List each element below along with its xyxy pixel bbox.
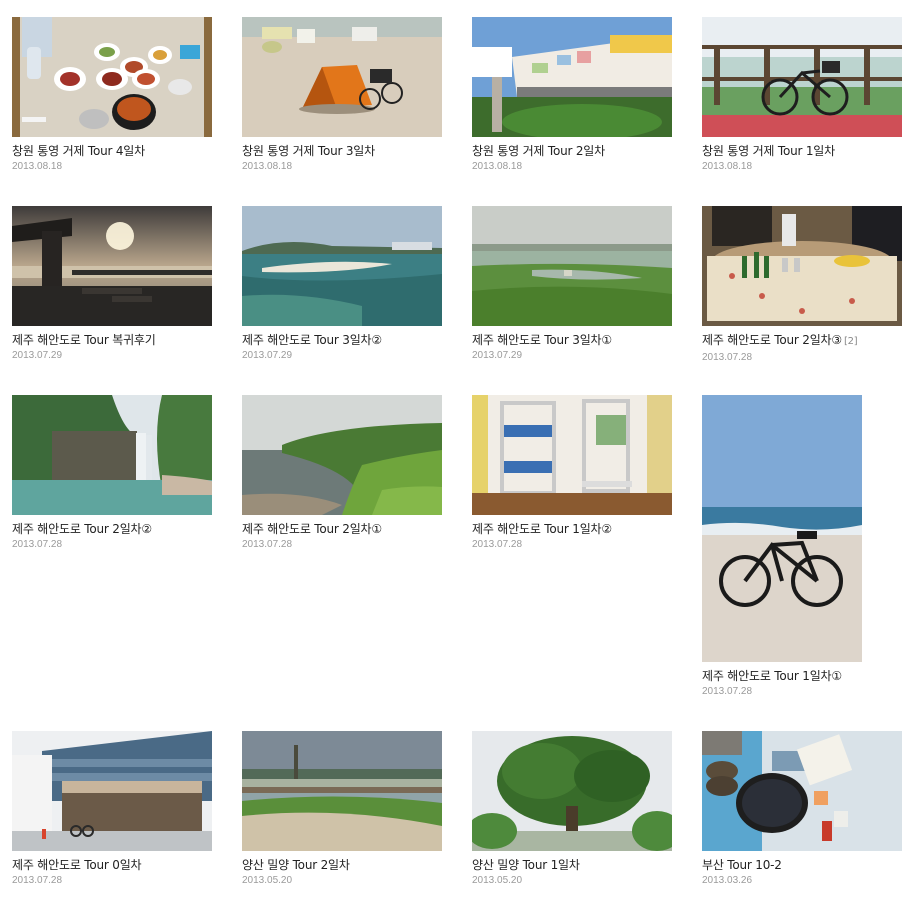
post-title-text[interactable]: 제주 해안도로 Tour 복귀후기 [12, 333, 156, 347]
post-card[interactable]: 양산 밀양 Tour 1일차 2013.05.20 [472, 731, 672, 888]
post-card[interactable]: 제주 해안도로 Tour 2일차② 2013.07.28 [12, 395, 212, 552]
post-date: 2013.07.28 [242, 539, 293, 550]
post-title[interactable]: 창원 통영 거제 Tour 2일차 [472, 143, 672, 159]
post-thumbnail[interactable] [242, 17, 442, 137]
post-card[interactable]: 제주 해안도로 Tour 1일차② 2013.07.28 [472, 395, 672, 552]
post-title[interactable]: 제주 해안도로 Tour 3일차① [472, 332, 672, 348]
post-thumbnail[interactable] [702, 731, 902, 851]
post-thumbnail[interactable] [702, 395, 862, 662]
post-card[interactable]: 창원 통영 거제 Tour 2일차 2013.08.18 [472, 17, 672, 174]
post-title[interactable]: 제주 해안도로 Tour 1일차① [702, 668, 902, 684]
post-card[interactable]: 창원 통영 거제 Tour 4일차 2013.08.18 [12, 17, 212, 174]
post-date: 2013.08.18 [242, 161, 293, 172]
post-title-text[interactable]: 제주 해안도로 Tour 0일차 [12, 858, 142, 872]
post-thumbnail[interactable] [472, 17, 672, 137]
post-title-text[interactable]: 창원 통영 거제 Tour 4일차 [12, 144, 145, 158]
post-title-text[interactable]: 부산 Tour 10-2 [702, 858, 782, 872]
post-thumbnail[interactable] [702, 206, 902, 326]
post-title[interactable]: 부산 Tour 10-2 [702, 857, 902, 873]
post-title-text[interactable]: 제주 해안도로 Tour 1일차① [702, 669, 842, 683]
post-date: 2013.07.28 [12, 875, 63, 886]
post-title[interactable]: 창원 통영 거제 Tour 4일차 [12, 143, 212, 159]
post-title-text[interactable]: 제주 해안도로 Tour 2일차② [12, 522, 152, 536]
post-title[interactable]: 제주 해안도로 Tour 복귀후기 [12, 332, 212, 348]
post-title-text[interactable]: 창원 통영 거제 Tour 2일차 [472, 144, 605, 158]
post-title[interactable]: 제주 해안도로 Tour 2일차③ [2] [702, 332, 902, 350]
post-title[interactable]: 창원 통영 거제 Tour 1일차 [702, 143, 902, 159]
post-date: 2013.07.28 [12, 539, 63, 550]
post-card[interactable]: 제주 해안도로 Tour 3일차① 2013.07.29 [472, 206, 672, 363]
post-date: 2013.08.18 [12, 161, 63, 172]
post-title[interactable]: 제주 해안도로 Tour 0일차 [12, 857, 212, 873]
post-card[interactable]: 부산 Tour 10-2 2013.03.26 [702, 731, 902, 888]
post-date: 2013.07.29 [242, 350, 293, 361]
post-title[interactable]: 양산 밀양 Tour 2일차 [242, 857, 442, 873]
post-date: 2013.08.18 [472, 161, 523, 172]
post-date: 2013.07.29 [472, 350, 523, 361]
post-thumbnail[interactable] [472, 395, 672, 515]
post-title[interactable]: 제주 해안도로 Tour 2일차① [242, 521, 442, 537]
post-thumbnail[interactable] [242, 206, 442, 326]
post-date: 2013.05.20 [472, 875, 523, 886]
post-date: 2013.05.20 [242, 875, 293, 886]
post-title-text[interactable]: 제주 해안도로 Tour 2일차③ [702, 333, 842, 347]
post-date: 2013.07.28 [702, 686, 753, 697]
comment-count[interactable]: [2] [844, 336, 858, 347]
post-card[interactable]: 제주 해안도로 Tour 복귀후기 2013.07.29 [12, 206, 212, 363]
post-title-text[interactable]: 양산 밀양 Tour 1일차 [472, 858, 580, 872]
post-date: 2013.03.26 [702, 875, 753, 886]
post-thumbnail[interactable] [472, 206, 672, 326]
post-title-text[interactable]: 양산 밀양 Tour 2일차 [242, 858, 350, 872]
post-card[interactable]: 양산 밀양 Tour 2일차 2013.05.20 [242, 731, 442, 888]
post-card[interactable]: 제주 해안도로 Tour 0일차 2013.07.28 [12, 731, 212, 888]
post-card[interactable]: 제주 해안도로 Tour 3일차② 2013.07.29 [242, 206, 442, 363]
post-thumbnail[interactable] [242, 731, 442, 851]
post-card[interactable]: 제주 해안도로 Tour 1일차① 2013.07.28 [702, 395, 902, 699]
post-date: 2013.07.29 [12, 350, 63, 361]
post-card[interactable]: 창원 통영 거제 Tour 1일차 2013.08.18 [702, 17, 902, 174]
post-title-text[interactable]: 제주 해안도로 Tour 2일차① [242, 522, 382, 536]
post-date: 2013.07.28 [472, 539, 523, 550]
post-title[interactable]: 제주 해안도로 Tour 2일차② [12, 521, 212, 537]
post-title[interactable]: 제주 해안도로 Tour 3일차② [242, 332, 442, 348]
post-thumbnail[interactable] [12, 206, 212, 326]
post-title[interactable]: 제주 해안도로 Tour 1일차② [472, 521, 672, 537]
post-thumbnail[interactable] [12, 17, 212, 137]
post-date: 2013.08.18 [702, 161, 753, 172]
post-card[interactable]: 제주 해안도로 Tour 2일차① 2013.07.28 [242, 395, 442, 552]
post-thumbnail[interactable] [12, 731, 212, 851]
post-card[interactable]: 창원 통영 거제 Tour 3일차 2013.08.18 [242, 17, 442, 174]
post-thumbnail[interactable] [702, 17, 902, 137]
post-title-text[interactable]: 창원 통영 거제 Tour 3일차 [242, 144, 375, 158]
post-title-text[interactable]: 제주 해안도로 Tour 1일차② [472, 522, 612, 536]
post-title-text[interactable]: 창원 통영 거제 Tour 1일차 [702, 144, 835, 158]
post-title-text[interactable]: 제주 해안도로 Tour 3일차① [472, 333, 612, 347]
post-title[interactable]: 창원 통영 거제 Tour 3일차 [242, 143, 442, 159]
post-title[interactable]: 양산 밀양 Tour 1일차 [472, 857, 672, 873]
post-thumbnail[interactable] [12, 395, 212, 515]
post-thumbnail[interactable] [472, 731, 672, 851]
post-card[interactable]: 제주 해안도로 Tour 2일차③ [2] 2013.07.28 [702, 206, 902, 365]
post-title-text[interactable]: 제주 해안도로 Tour 3일차② [242, 333, 382, 347]
post-date: 2013.07.28 [702, 352, 753, 363]
post-thumbnail[interactable] [242, 395, 442, 515]
